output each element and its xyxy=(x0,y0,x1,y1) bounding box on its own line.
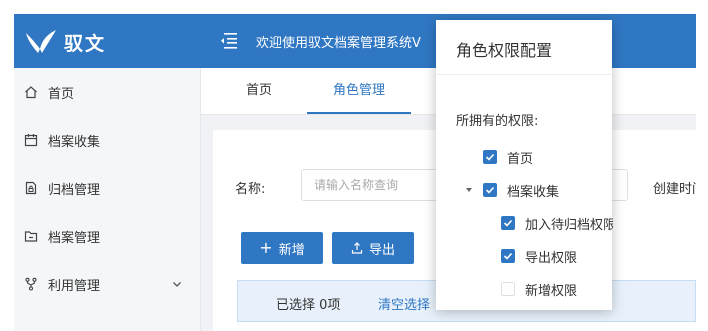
checkbox-checked[interactable] xyxy=(501,216,515,230)
sidebar-item-label: 档案收集 xyxy=(48,134,101,150)
tree-node-label: 加入待归档权限 xyxy=(525,217,613,233)
file-lock-icon xyxy=(25,181,37,195)
menu-collapse-icon[interactable] xyxy=(218,30,238,50)
tree-node-home[interactable]: 首页 xyxy=(483,147,533,167)
sidebar-item-label: 归档管理 xyxy=(48,182,101,198)
permissions-label: 所拥有的权限: xyxy=(456,114,539,129)
folder-icon xyxy=(24,231,38,242)
sidebar-item-utilization[interactable]: 利用管理 xyxy=(14,260,200,308)
tree-node-export[interactable]: 导出权限 xyxy=(501,246,577,266)
check-icon xyxy=(485,186,495,194)
logo-text: 驭文 xyxy=(64,33,107,55)
sidebar-item-collection[interactable]: 档案收集 xyxy=(14,116,200,164)
sidebar-item-label: 利用管理 xyxy=(48,278,101,294)
created-time-label: 创建时间 xyxy=(653,182,696,197)
tree-node-label: 首页 xyxy=(507,151,534,167)
home-icon xyxy=(25,86,37,99)
tree-node-add[interactable]: 新增权限 xyxy=(501,279,577,299)
export-icon xyxy=(351,242,363,254)
checkbox-unchecked[interactable] xyxy=(501,282,515,296)
tab-role-management[interactable]: 角色管理 xyxy=(307,68,411,114)
tree-node-label: 新增权限 xyxy=(525,283,578,299)
export-button-label: 导出 xyxy=(368,242,395,258)
clear-selection-link[interactable]: 清空选择 xyxy=(378,294,430,313)
chevron-down-icon xyxy=(173,282,181,287)
tree-node-label: 档案收集 xyxy=(507,184,560,200)
tab-home[interactable]: 首页 xyxy=(221,68,297,114)
sidebar-item-label: 档案管理 xyxy=(48,230,101,246)
tree-node-add-pending[interactable]: 加入待归档权限 xyxy=(501,213,613,233)
check-icon xyxy=(503,219,513,227)
name-label: 名称: xyxy=(235,182,266,197)
dialog-title: 角色权限配置 xyxy=(456,41,553,60)
plus-icon: + xyxy=(259,238,273,257)
logo-bird-icon xyxy=(26,30,56,53)
add-button-label: 新增 xyxy=(278,242,305,258)
caret-down-icon[interactable] xyxy=(465,186,473,194)
sidebar-item-label: 首页 xyxy=(48,86,75,102)
sidebar-item-archives[interactable]: 档案管理 xyxy=(14,212,200,260)
logo: 驭文 xyxy=(14,14,214,68)
checkbox-checked[interactable] xyxy=(483,150,497,164)
check-icon xyxy=(485,153,495,161)
tree-node-label: 导出权限 xyxy=(525,250,578,266)
selected-count: 已选择 0项 xyxy=(276,298,341,313)
add-button[interactable]: + 新增 xyxy=(241,232,323,264)
sidebar: 首页 档案收集 归档管理 档案管理 利用管理 xyxy=(14,68,201,331)
checkbox-checked[interactable] xyxy=(483,183,497,197)
role-permission-dialog: 角色权限配置 所拥有的权限: 首页 档案收集 加入待归档权限 导出权限 新增权限 xyxy=(436,20,613,310)
export-button[interactable]: 导出 xyxy=(332,232,414,264)
calendar-icon xyxy=(24,134,38,147)
sidebar-item-home[interactable]: 首页 xyxy=(14,68,200,116)
dialog-divider xyxy=(436,74,612,75)
branch-icon xyxy=(25,277,37,291)
tree-node-collection[interactable]: 档案收集 xyxy=(483,180,559,200)
checkbox-checked[interactable] xyxy=(501,249,515,263)
welcome-text: 欢迎使用驭文档案管理系统V xyxy=(256,36,421,51)
check-icon xyxy=(503,252,513,260)
sidebar-item-archiving[interactable]: 归档管理 xyxy=(14,164,200,212)
